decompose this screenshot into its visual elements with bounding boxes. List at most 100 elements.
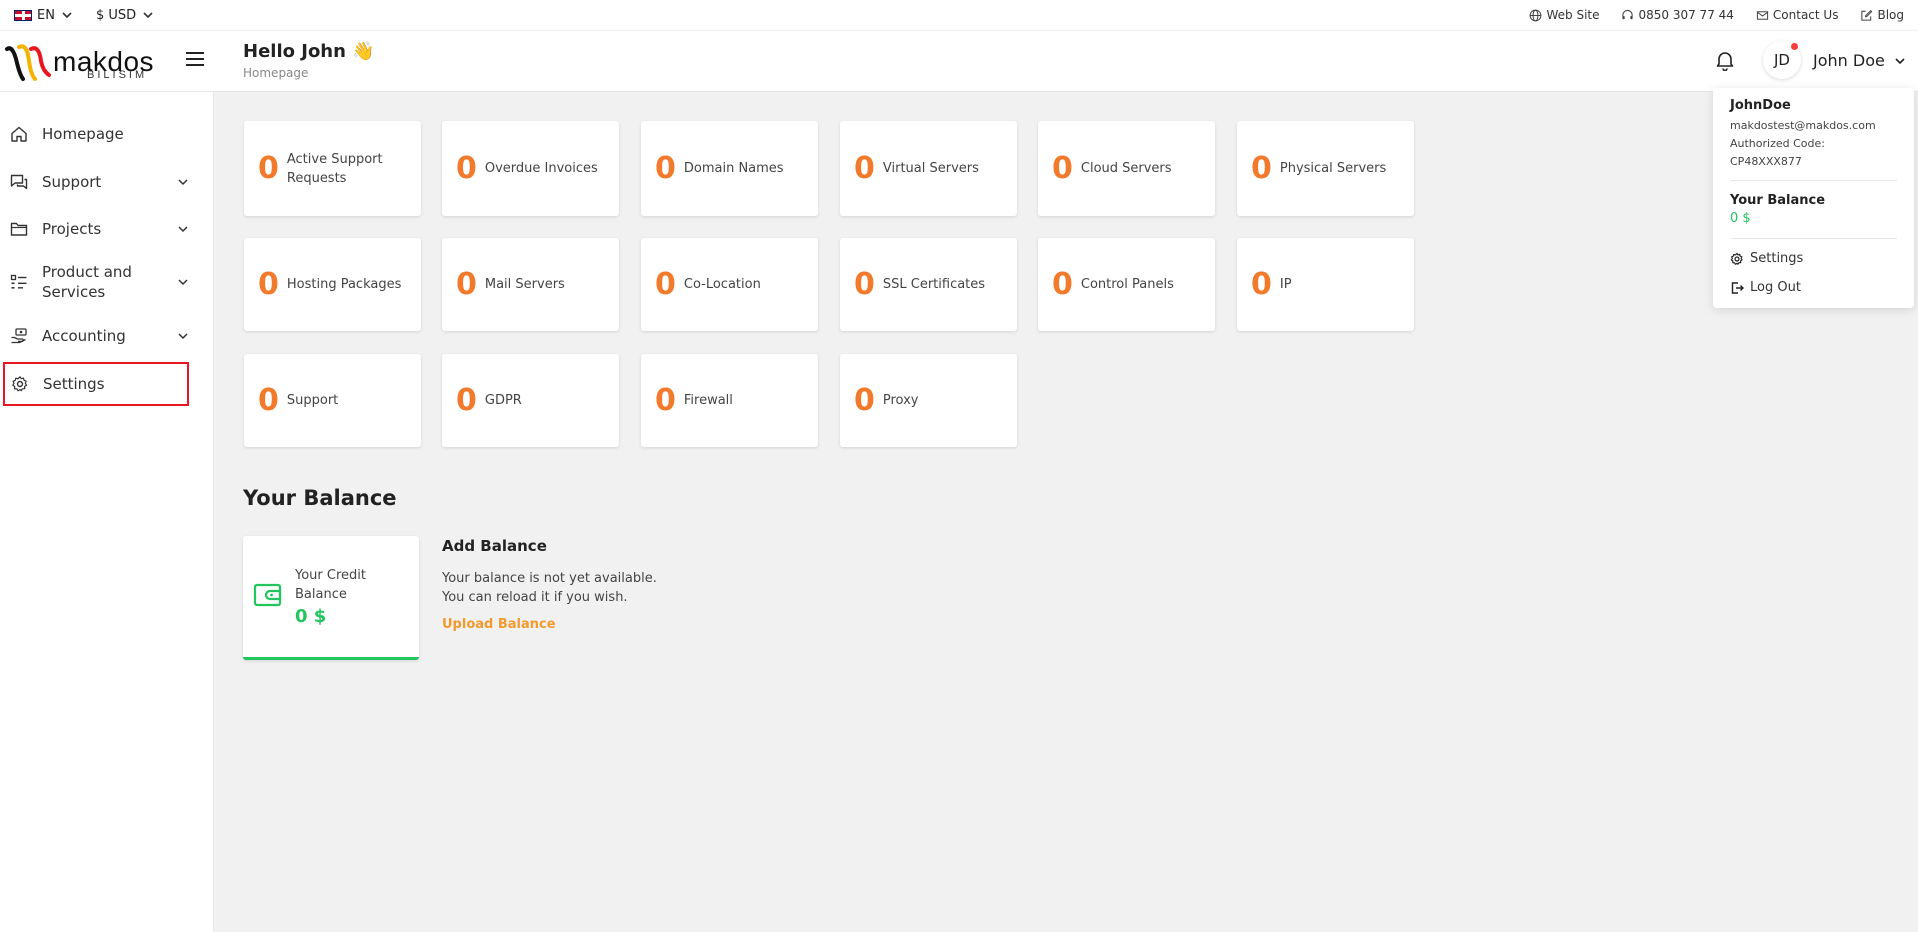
dropdown-balance-value: 0 $	[1730, 211, 1751, 226]
stat-card-ssl-certificates[interactable]: 0 SSL Certificates	[840, 238, 1017, 331]
sidebar-item-settings[interactable]: Settings	[3, 362, 189, 406]
dropdown-balance-label: Your Balance	[1730, 193, 1826, 208]
stat-card-mail-servers[interactable]: 0 Mail Servers	[442, 238, 619, 331]
stat-card-overdue-invoices[interactable]: 0 Overdue Invoices	[442, 121, 619, 216]
stat-card-cloud-servers[interactable]: 0 Cloud Servers	[1038, 121, 1215, 216]
edit-icon	[1861, 9, 1873, 21]
stat-card-active-support-requests[interactable]: 0 Active Support Requests	[244, 121, 421, 216]
makdos-logo[interactable]: makdos BILISIM	[5, 41, 154, 83]
blog-link-label: Blog	[1877, 8, 1904, 22]
upload-balance-link[interactable]: Upload Balance	[442, 617, 657, 632]
divider	[1730, 238, 1897, 239]
sidebar-item-label: Support	[42, 173, 102, 191]
stat-label: Domain Names	[683, 161, 784, 176]
money-hand-icon	[11, 328, 27, 344]
gear-icon	[12, 376, 28, 392]
bell-icon[interactable]	[1714, 49, 1736, 71]
stat-card-ip[interactable]: 0 IP	[1237, 238, 1414, 331]
chevron-down-icon	[178, 179, 188, 186]
user-dropdown-menu: JohnDoe makdostest@makdos.com Authorized…	[1713, 88, 1914, 308]
avatar[interactable]: JD	[1763, 41, 1801, 79]
blog-link[interactable]: Blog	[1860, 8, 1904, 22]
stat-label: Proxy	[882, 393, 919, 408]
notification-dot	[1791, 43, 1798, 50]
website-link[interactable]: Web Site	[1529, 8, 1599, 22]
stat-count: 0	[854, 150, 875, 186]
user-name: John Doe	[1813, 51, 1885, 70]
sidebar-item-projects[interactable]: Projects	[4, 217, 188, 241]
language-label: EN	[37, 7, 55, 23]
add-balance-text-1: Your balance is not yet available.	[442, 571, 657, 586]
list-icon	[10, 274, 27, 289]
folder-icon	[10, 222, 28, 236]
currency-label: $ USD	[95, 7, 137, 23]
stat-card-hosting-packages[interactable]: 0 Hosting Packages	[244, 238, 421, 331]
currency-selector[interactable]: $ USD	[96, 8, 155, 23]
dropdown-settings-label: Settings	[1750, 251, 1804, 266]
sidebar-item-homepage[interactable]: Homepage	[4, 122, 188, 146]
dropdown-logout-label: Log Out	[1750, 280, 1801, 295]
stat-card-physical-servers[interactable]: 0 Physical Servers	[1237, 121, 1414, 216]
sidebar-item-label: Accounting	[42, 327, 126, 345]
stat-card-proxy[interactable]: 0 Proxy	[840, 354, 1017, 447]
stat-count: 0	[456, 382, 477, 418]
logo-mark-icon	[5, 44, 51, 81]
stat-count: 0	[655, 150, 676, 186]
stat-label: IP	[1279, 277, 1292, 292]
sidebar-item-label: Projects	[42, 220, 102, 238]
stat-count: 0	[854, 266, 875, 302]
credit-balance-label: Your Credit Balance	[295, 568, 366, 602]
page-title: Hello John 👋	[243, 41, 375, 62]
hamburger-menu-icon[interactable]	[186, 51, 204, 67]
stat-count: 0	[456, 266, 477, 302]
stat-label: Control Panels	[1080, 277, 1174, 292]
gear-icon	[1730, 252, 1743, 265]
sidebar-item-label: Product and Services	[42, 263, 132, 301]
wallet-icon	[253, 583, 282, 607]
dropdown-settings-item[interactable]: Settings	[1730, 251, 1897, 266]
top-bar-links: Web Site 0850 307 77 44 Contact Us Blog	[1529, 8, 1904, 22]
stat-label: SSL Certificates	[882, 277, 986, 292]
stat-card-support[interactable]: 0 Support	[244, 354, 421, 447]
divider	[1730, 180, 1897, 181]
chevron-down-icon	[1895, 57, 1905, 64]
stat-card-co-location[interactable]: 0 Co-Location	[641, 238, 818, 331]
sidebar-item-label: Settings	[43, 375, 105, 393]
breadcrumb[interactable]: Homepage	[243, 66, 375, 80]
credit-balance-card: Your Credit Balance 0 $	[243, 536, 419, 660]
phone-link[interactable]: 0850 307 77 44	[1621, 8, 1734, 22]
user-menu-toggle[interactable]: John Doe	[1813, 51, 1907, 70]
stat-card-gdpr[interactable]: 0 GDPR	[442, 354, 619, 447]
stat-card-firewall[interactable]: 0 Firewall	[641, 354, 818, 447]
website-link-label: Web Site	[1546, 8, 1600, 22]
stat-count: 0	[655, 266, 676, 302]
language-selector[interactable]: EN	[14, 8, 74, 23]
stat-label: Overdue Invoices	[484, 161, 598, 176]
chevron-down-icon	[178, 333, 188, 340]
add-balance-title: Add Balance	[442, 537, 547, 555]
stat-count: 0	[1052, 150, 1073, 186]
add-balance-text-2: You can reload it if you wish.	[442, 590, 628, 605]
contact-us-link[interactable]: Contact Us	[1756, 8, 1838, 22]
stat-count: 0	[258, 382, 279, 418]
dropdown-logout-item[interactable]: Log Out	[1730, 280, 1897, 295]
sidebar-item-label: Homepage	[42, 125, 124, 143]
dropdown-auth-code: Authorized Code: CP48XXX877	[1730, 137, 1825, 168]
stat-label: Hosting Packages	[286, 277, 402, 292]
sidebar-item-product-and-services[interactable]: Product and Services	[4, 260, 188, 304]
sidebar-item-support[interactable]: Support	[4, 170, 188, 194]
sidebar-item-accounting[interactable]: Accounting	[4, 324, 188, 348]
stat-label: Physical Servers	[1279, 161, 1387, 176]
stat-label: GDPR	[484, 393, 522, 408]
stat-label: Active Support Requests	[286, 151, 383, 186]
uk-flag-icon	[14, 9, 32, 21]
stat-card-virtual-servers[interactable]: 0 Virtual Servers	[840, 121, 1017, 216]
stat-card-domain-names[interactable]: 0 Domain Names	[641, 121, 818, 216]
top-bar: EN $ USD Web Site 0850 307 77 44 Contact…	[0, 0, 1918, 30]
stat-label: Virtual Servers	[882, 161, 979, 176]
balance-section-title: Your Balance	[243, 486, 397, 510]
stat-card-control-panels[interactable]: 0 Control Panels	[1038, 238, 1215, 331]
headset-icon	[1622, 9, 1634, 19]
credit-balance-value: 0 $	[295, 606, 327, 627]
stat-count: 0	[1052, 266, 1073, 302]
